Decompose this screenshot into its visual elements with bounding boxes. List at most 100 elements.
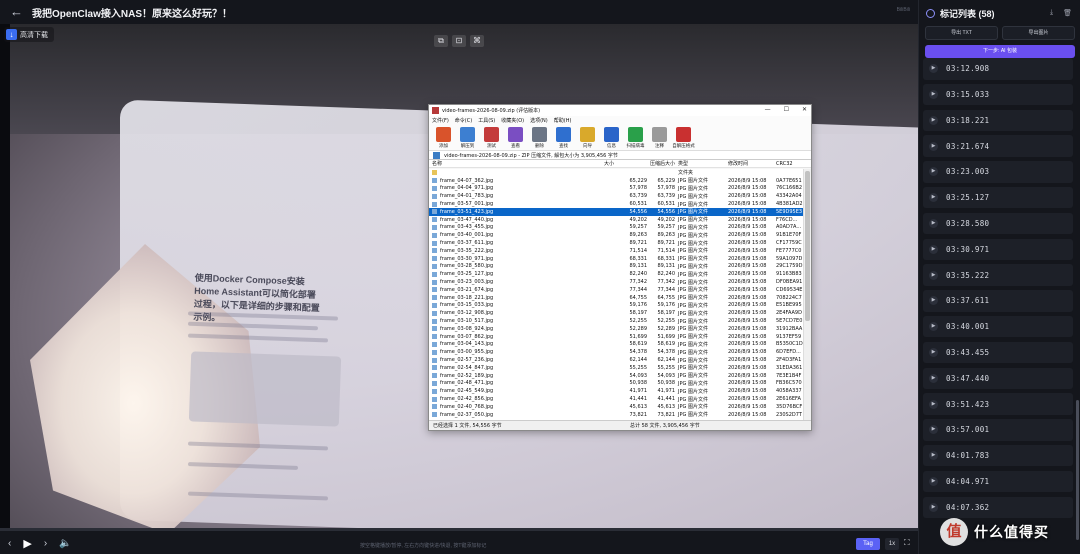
table-row[interactable]: frame_03-30_971.jpg 68,331 68,331 JPG 图片文件 2… — [429, 255, 805, 263]
play-icon[interactable]: ▶ — [929, 270, 938, 280]
settings-icon[interactable]: ⌘ — [470, 35, 484, 47]
up-folder-icon[interactable] — [433, 151, 440, 159]
marker-item[interactable]: ▶ 03:43.455 — [923, 341, 1073, 364]
table-row[interactable]: frame_03-57_001.jpg 60,531 60,531 JPG 图片文件 2… — [429, 200, 805, 208]
download-icon[interactable]: ⤓ — [1050, 9, 1053, 17]
table-row[interactable]: frame_03-10_517.jpg 52,255 52,255 JPG 图片文件 2… — [429, 317, 805, 325]
maximize-icon[interactable]: ☐ — [784, 106, 789, 113]
play-icon[interactable]: ▶ — [929, 373, 938, 383]
minimize-icon[interactable]: — — [765, 106, 771, 113]
marker-item[interactable]: ▶ 03:35.222 — [923, 264, 1073, 286]
table-row[interactable]: frame_03-18_221.jpg 64,755 64,755 JPG 图片文件 2… — [429, 294, 805, 302]
toolbar-button[interactable]: 测试 — [482, 125, 501, 149]
table-row[interactable]: frame_02-57_236.jpg 62,144 62,144 JPG 图片文件 2… — [429, 356, 805, 364]
table-row[interactable]: frame_03-23_003.jpg 77,342 77,342 JPG 图片文件 2… — [429, 278, 805, 286]
volume-icon[interactable]: 🔈 — [59, 538, 71, 549]
table-row[interactable]: frame_03-35_222.jpg 71,514 71,514 JPG 图片文件 2… — [429, 247, 805, 255]
play-icon[interactable]: ▶ — [23, 537, 31, 550]
marker-item[interactable]: ▶ 04:01.783 — [923, 444, 1073, 467]
toolbar-button[interactable]: 注释 — [650, 125, 669, 149]
next-step-button[interactable]: 下一步: AI 包装 — [925, 45, 1075, 58]
table-row[interactable]: frame_03-25_127.jpg 82,240 82,240 JPG 图片文件 2… — [429, 270, 805, 278]
table-row[interactable]: frame_03-04_143.jpg 58,619 58,619 JPG 图片文件 2… — [429, 341, 805, 349]
skip-back-icon[interactable]: ‹ — [8, 538, 11, 549]
scrollbar-thumb[interactable] — [805, 171, 810, 321]
play-icon[interactable]: ▶ — [929, 167, 938, 177]
marker-item[interactable]: ▶ 03:37.611 — [923, 290, 1073, 312]
play-icon[interactable]: ▶ — [929, 477, 938, 486]
column-header[interactable]: 名称 — [432, 160, 604, 167]
pip-icon[interactable]: ⧉ — [434, 35, 448, 47]
table-row[interactable]: frame_03-12_908.jpg 58,197 58,197 JPG 图片文件 2… — [429, 309, 805, 317]
table-row[interactable]: frame_03-15_033.jpg 59,176 59,176 JPG 图片文件 2… — [429, 302, 805, 310]
column-header[interactable]: 压缩后大小 — [650, 160, 678, 167]
toolbar-button[interactable]: 查找 — [554, 125, 573, 149]
marker-item[interactable]: ▶ 04:04.971 — [923, 470, 1073, 493]
export-frames-button[interactable]: 导出图片 — [1002, 26, 1075, 40]
menu-item[interactable]: 帮助(H) — [554, 117, 572, 124]
play-icon[interactable]: ▶ — [929, 399, 938, 409]
marker-item[interactable]: ▶ 03:21.674 — [923, 135, 1073, 157]
play-icon[interactable]: ▶ — [929, 90, 938, 100]
table-row[interactable]: frame_02-37_050.jpg 73,821 73,821 JPG 图片文件 2… — [429, 411, 805, 419]
toolbar-button[interactable]: 扫描病毒 — [626, 125, 645, 149]
scrollbar-thumb[interactable] — [1076, 400, 1079, 540]
panel-scrollbar[interactable] — [1076, 60, 1079, 540]
trash-icon[interactable]: 🗑 — [1063, 9, 1072, 17]
table-row[interactable]: frame_04-01_783.jpg 63,739 63,739 JPG 图片文件 2… — [429, 192, 805, 200]
marker-item[interactable]: ▶ 03:51.423 — [923, 393, 1073, 415]
table-row[interactable]: frame_02-45_549.jpg 41,971 41,971 JPG 图片文件 2… — [429, 387, 805, 395]
table-row[interactable]: frame_02-42_856.jpg 41,441 41,441 JPG 图片文件 2… — [429, 395, 805, 403]
screenshot-icon[interactable]: ⊡ — [452, 35, 466, 47]
marker-item[interactable]: ▶ 03:18.221 — [923, 109, 1073, 132]
fullscreen-icon[interactable]: ⛶ — [904, 538, 914, 550]
table-row[interactable]: frame_03-00_955.jpg 54,378 54,378 JPG 图片文件 2… — [429, 348, 805, 356]
progress-bar[interactable] — [0, 528, 918, 531]
table-row[interactable]: frame_03-37_611.jpg 89,721 89,721 JPG 图片文件 2… — [429, 239, 805, 247]
tag-button[interactable]: Tag — [856, 538, 880, 550]
back-arrow-icon[interactable]: ← — [10, 5, 24, 19]
marker-item[interactable]: ▶ 03:15.033 — [923, 83, 1073, 106]
menu-item[interactable]: 文件(F) — [432, 117, 449, 124]
table-row[interactable]: frame_03-21_674.jpg 77,344 77,344 JPG 图片文件 2… — [429, 286, 805, 294]
marker-item[interactable]: ▶ 03:30.971 — [923, 238, 1073, 261]
marker-item[interactable]: ▶ 03:40.001 — [923, 315, 1073, 338]
marker-item[interactable]: ▶ 04:07.362 — [923, 496, 1073, 519]
play-icon[interactable]: ▶ — [929, 348, 938, 358]
table-row[interactable]: frame_02-52_189.jpg 54,093 54,093 JPG 图片文件 2… — [429, 372, 805, 380]
marker-item[interactable]: ▶ 03:12.908 — [923, 58, 1073, 80]
column-header[interactable]: 修改时间 — [728, 160, 776, 167]
table-row[interactable]: frame_03-07_862.jpg 51,699 51,699 JPG 图片文件 2… — [429, 333, 805, 341]
marker-item[interactable]: ▶ 03:47.440 — [923, 367, 1073, 390]
table-row[interactable]: frame_03-08_924.jpg 52,289 52,289 JPG 图片文件 2… — [429, 325, 805, 333]
toolbar-button[interactable]: 解压到 — [458, 125, 477, 149]
play-icon[interactable]: ▶ — [929, 141, 938, 151]
play-icon[interactable]: ▶ — [929, 244, 938, 254]
play-icon[interactable]: ▶ — [929, 502, 938, 512]
toolbar-button[interactable]: 添加 — [434, 125, 453, 149]
marker-item[interactable]: ▶ 03:28.580 — [923, 212, 1073, 235]
marker-item[interactable]: ▶ 03:25.127 — [923, 186, 1073, 209]
play-icon[interactable]: ▶ — [929, 322, 938, 332]
toolbar-button[interactable]: 查看 — [506, 125, 525, 149]
table-row[interactable]: frame_02-54_847.jpg 55,255 55,255 JPG 图片文件 2… — [429, 364, 805, 372]
table-row[interactable]: frame_04-04_971.jpg 57,978 57,978 JPG 图片文件 2… — [429, 185, 805, 193]
play-icon[interactable]: ▶ — [929, 115, 938, 125]
table-row[interactable]: frame_03-43_455.jpg 59,257 59,257 JPG 图片文件 2… — [429, 224, 805, 232]
marker-item[interactable]: ▶ 03:23.003 — [923, 161, 1073, 183]
skip-forward-icon[interactable]: › — [44, 538, 47, 549]
table-row[interactable]: 文件夹 — [429, 169, 805, 177]
table-row[interactable]: frame_03-51_423.jpg 54,556 54,556 JPG 图片文件 2… — [429, 207, 805, 216]
table-row[interactable]: frame_04-07_362.jpg 65,229 65,229 JPG 图片文件 2… — [429, 177, 805, 185]
play-icon[interactable]: ▶ — [929, 64, 938, 74]
source-quality-pill[interactable]: ↓ 高清下载 — [4, 27, 54, 42]
speed-button[interactable]: 1x — [885, 538, 899, 550]
menu-item[interactable]: 收藏夹(O) — [501, 117, 524, 124]
export-txt-button[interactable]: 导出 TXT — [925, 26, 998, 40]
table-row[interactable]: frame_03-40_001.jpg 89,263 89,263 JPG 图片文件 2… — [429, 231, 805, 239]
toolbar-button[interactable]: 信息 — [602, 125, 621, 149]
close-icon[interactable]: ✕ — [802, 106, 807, 113]
play-icon[interactable]: ▶ — [929, 425, 938, 435]
menu-item[interactable]: 选项(N) — [530, 117, 548, 124]
toolbar-button[interactable]: 向导 — [578, 125, 597, 149]
